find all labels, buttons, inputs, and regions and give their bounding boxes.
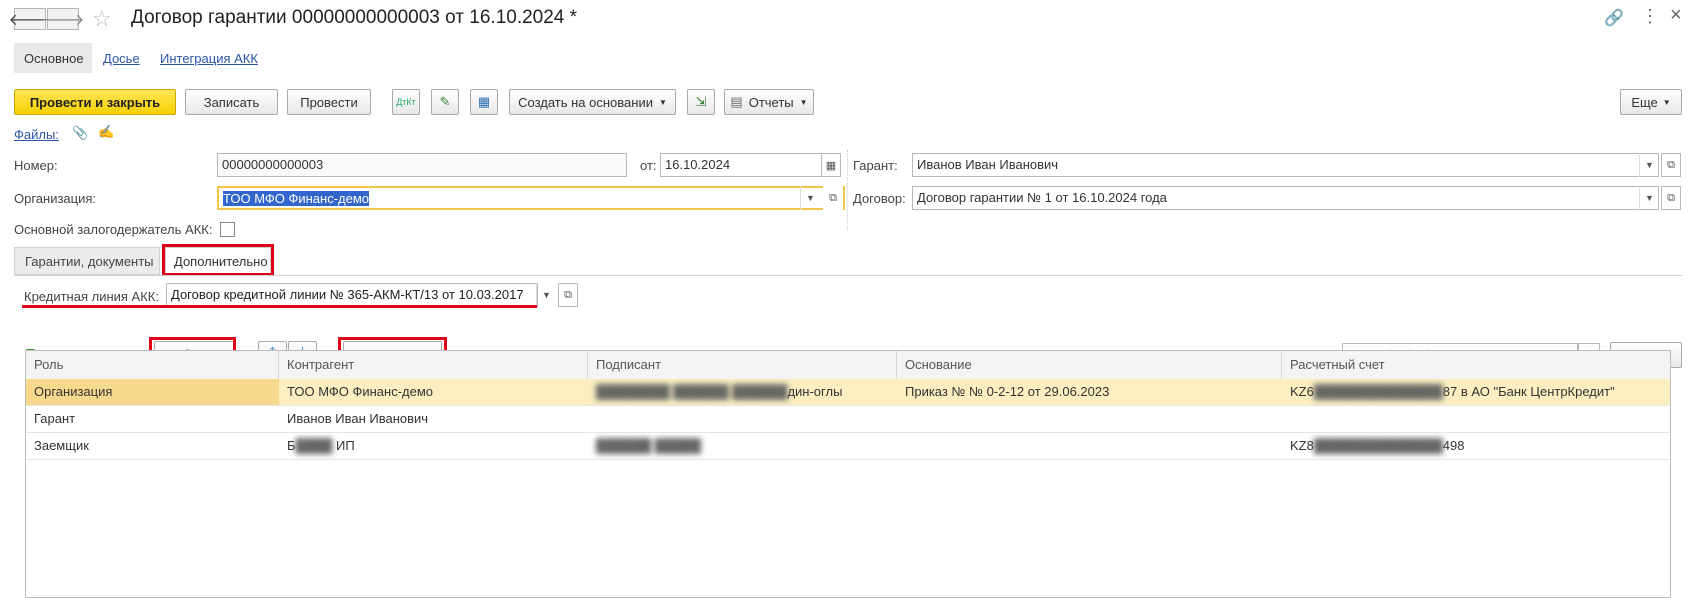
paperclip-icon[interactable]: 📎 <box>72 125 88 141</box>
more-label: Еще <box>1631 94 1658 110</box>
star-icon[interactable]: ☆ <box>92 6 112 32</box>
counterparty-prefix: Б <box>287 438 296 453</box>
export-icon[interactable]: ⇲ <box>687 89 715 115</box>
open-icon[interactable]: ⧉ <box>1661 153 1681 177</box>
column-header-basis[interactable]: Основание <box>897 351 1282 379</box>
tab-guarantees-docs[interactable]: Гарантии, документы <box>14 247 160 275</box>
calendar-icon[interactable]: ▦ <box>821 153 841 177</box>
chevron-down-icon: ▼ <box>1662 97 1671 107</box>
pledge-holder-label: Основной залогодержатель АКК: <box>14 222 213 237</box>
chevron-down-icon: ▼ <box>658 97 667 107</box>
cell-role: Организация <box>26 379 279 405</box>
organization-field[interactable]: ТОО МФО Финанс-демо <box>217 186 845 210</box>
open-icon[interactable]: ⧉ <box>1661 186 1681 210</box>
signatures-table: Роль Контрагент Подписант Основание Расч… <box>25 350 1671 598</box>
chevron-down-icon[interactable]: ▼ <box>1639 153 1659 177</box>
tab-main-label: Основное <box>24 51 84 66</box>
highlight-box <box>162 244 274 276</box>
red-underline <box>22 305 537 308</box>
signature-icon[interactable]: ✍ <box>98 124 114 140</box>
cell-basis: Приказ № № 0-2-12 от 29.06.2023 <box>905 384 1110 399</box>
column-header-counterparty[interactable]: Контрагент <box>279 351 588 379</box>
table-row[interactable]: Заемщик Б████ ИП ██████ █████ KZ8███████… <box>26 433 1670 460</box>
table-header: Роль Контрагент Подписант Основание Расч… <box>26 351 1670 380</box>
dt-kt-icon[interactable]: ДтКт <box>392 89 420 115</box>
forward-button[interactable]: 🡒 <box>42 8 84 30</box>
tab-guarantees-label: Гарантии, документы <box>25 254 154 269</box>
create-based-label: Создать на основании <box>518 94 653 110</box>
cell-counterparty: Б████ ИП <box>287 438 355 453</box>
close-icon[interactable]: × <box>1670 4 1682 27</box>
post-and-close-button[interactable]: Провести и закрыть <box>14 89 176 115</box>
more-vert-icon[interactable]: ⋮ <box>1641 6 1659 27</box>
date-label: от: <box>640 158 657 173</box>
arrow-right-icon: 🡒 <box>41 11 85 29</box>
open-icon[interactable]: ⧉ <box>558 283 578 307</box>
guarantor-label: Гарант: <box>853 158 898 173</box>
link-icon[interactable]: 🔗 <box>1604 8 1624 28</box>
cell-account: KZ8██████████████498 <box>1290 438 1465 453</box>
files-link[interactable]: Файлы: <box>14 127 59 142</box>
reports-button[interactable]: ▤ Отчеты ▼ <box>724 89 814 115</box>
cell-signer: ██████ █████ <box>596 438 701 453</box>
more-button-top[interactable]: Еще ▼ <box>1620 89 1682 115</box>
chevron-down-icon[interactable]: ▼ <box>536 283 556 307</box>
tab-integration[interactable]: Интеграция АКК <box>160 51 258 66</box>
cell-signer: ████████ ██████ ██████дин-оглы <box>596 384 843 399</box>
pledge-holder-checkbox[interactable] <box>220 222 235 237</box>
organization-value: ТОО МФО Финанс-демо <box>223 191 370 206</box>
save-button[interactable]: Записать <box>185 89 278 115</box>
account-prefix: KZ8 <box>1290 438 1314 453</box>
window-title: Договор гарантии 00000000000003 от 16.10… <box>131 7 578 28</box>
report-icon: ▤ <box>730 94 743 109</box>
number-label: Номер: <box>14 158 58 173</box>
cell-role: Гарант <box>34 411 76 426</box>
table-row[interactable]: Организация ТОО МФО Финанс-демо ████████… <box>26 379 1670 406</box>
cell-account: KZ6██████████████87 в АО "Банк ЦентрКред… <box>1290 384 1615 399</box>
column-header-account[interactable]: Расчетный счет <box>1282 351 1670 379</box>
column-header-signer[interactable]: Подписант <box>588 351 897 379</box>
structure-icon[interactable]: ▦ <box>470 89 498 115</box>
contract-label: Договор: <box>853 191 906 206</box>
table-row[interactable]: Гарант Иванов Иван Иванович <box>26 406 1670 433</box>
guarantor-field[interactable]: Иванов Иван Иванович <box>912 153 1659 177</box>
divider <box>847 150 848 230</box>
counterparty-suffix: ИП <box>336 438 355 453</box>
edit-pencil-icon[interactable]: ✎ <box>431 89 459 115</box>
organization-label: Организация: <box>14 191 97 206</box>
chevron-down-icon[interactable]: ▼ <box>1639 186 1659 210</box>
account-suffix: 87 в АО "Банк ЦентрКредит" <box>1442 384 1615 399</box>
chevron-down-icon: ▼ <box>799 97 808 107</box>
cell-counterparty: ТОО МФО Финанс-демо <box>287 384 434 399</box>
post-button[interactable]: Провести <box>287 89 371 115</box>
date-field[interactable]: 16.10.2024 <box>660 153 822 177</box>
account-suffix: 498 <box>1442 438 1465 453</box>
credit-line-label: Кредитная линия АКК: <box>24 289 159 304</box>
signer-text: дин-оглы <box>787 384 843 399</box>
column-header-role[interactable]: Роль <box>26 351 279 379</box>
account-prefix: KZ6 <box>1290 384 1314 399</box>
cell-role: Заемщик <box>34 438 89 453</box>
chevron-down-icon[interactable]: ▼ <box>800 186 820 210</box>
credit-line-field[interactable]: Договор кредитной линии № 365-АКМ-КТ/13 … <box>166 283 538 307</box>
open-icon[interactable]: ⧉ <box>823 186 843 210</box>
create-based-on-button[interactable]: Создать на основании ▼ <box>509 89 676 115</box>
number-field[interactable]: 00000000000003 <box>217 153 627 177</box>
contract-field[interactable]: Договор гарантии № 1 от 16.10.2024 года <box>912 186 1659 210</box>
cell-counterparty: Иванов Иван Иванович <box>287 411 429 426</box>
tab-main[interactable]: Основное <box>14 43 92 73</box>
reports-label: Отчеты <box>748 94 794 110</box>
tab-dossier[interactable]: Досье <box>103 51 140 66</box>
